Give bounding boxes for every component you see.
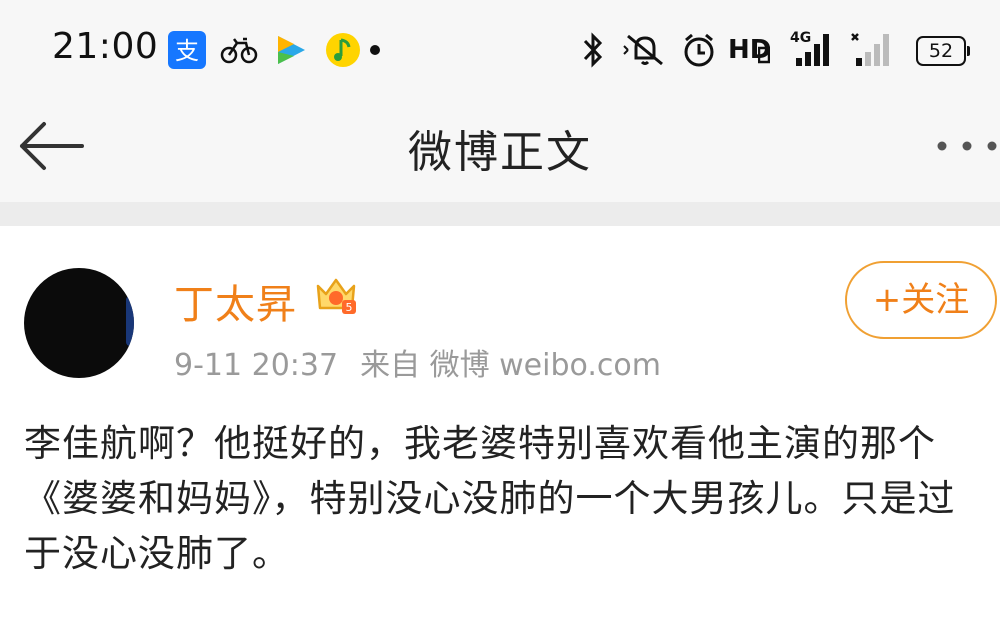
- post-timestamp: 9-11 20:37: [174, 348, 339, 383]
- system-icons: HD 4G 52: [580, 28, 970, 72]
- post-meta: 9-11 20:37 来自 微博 weibo.com: [174, 340, 683, 384]
- nav-bar: 微博正文: [0, 100, 1000, 202]
- vip-crown-icon[interactable]: 5: [314, 274, 358, 316]
- author-name[interactable]: 丁太昇: [174, 272, 297, 330]
- svg-text:5: 5: [346, 301, 353, 314]
- signal-no-sim-icon: [851, 33, 889, 66]
- status-time: 21:00: [52, 26, 159, 67]
- status-bar: 21:00 支 HD 4G 52: [0, 0, 1000, 100]
- section-divider: [0, 202, 1000, 226]
- mute-icon: [623, 34, 663, 66]
- post-card: 丁太昇 5 9-11 20:37 来自 微博 weibo.com +关注 李佳航啊…: [0, 226, 1000, 627]
- post-text: 李佳航啊？他挺好的，我老婆特别喜欢看他主演的那个《婆婆和妈妈》，特别没心没肺的一…: [24, 422, 956, 575]
- follow-button[interactable]: +关注: [845, 261, 997, 339]
- alipay-icon: 支: [168, 31, 206, 69]
- dot-icon: [370, 45, 380, 55]
- post-source[interactable]: 来自 微博 weibo.com: [360, 348, 661, 383]
- video-play-icon: [278, 36, 305, 64]
- avatar[interactable]: [24, 268, 134, 378]
- alarm-icon: [684, 33, 714, 67]
- more-dots-icon[interactable]: [934, 138, 1000, 154]
- page-title: 微博正文: [408, 127, 592, 178]
- bluetooth-icon: [583, 32, 603, 68]
- battery-icon: 52: [916, 36, 970, 66]
- music-icon: [326, 33, 360, 67]
- bike-icon: [220, 37, 258, 64]
- svg-text:支: 支: [175, 37, 199, 65]
- signal-4g-icon: 4G: [788, 28, 834, 72]
- hd-suffix-icon: [758, 46, 770, 64]
